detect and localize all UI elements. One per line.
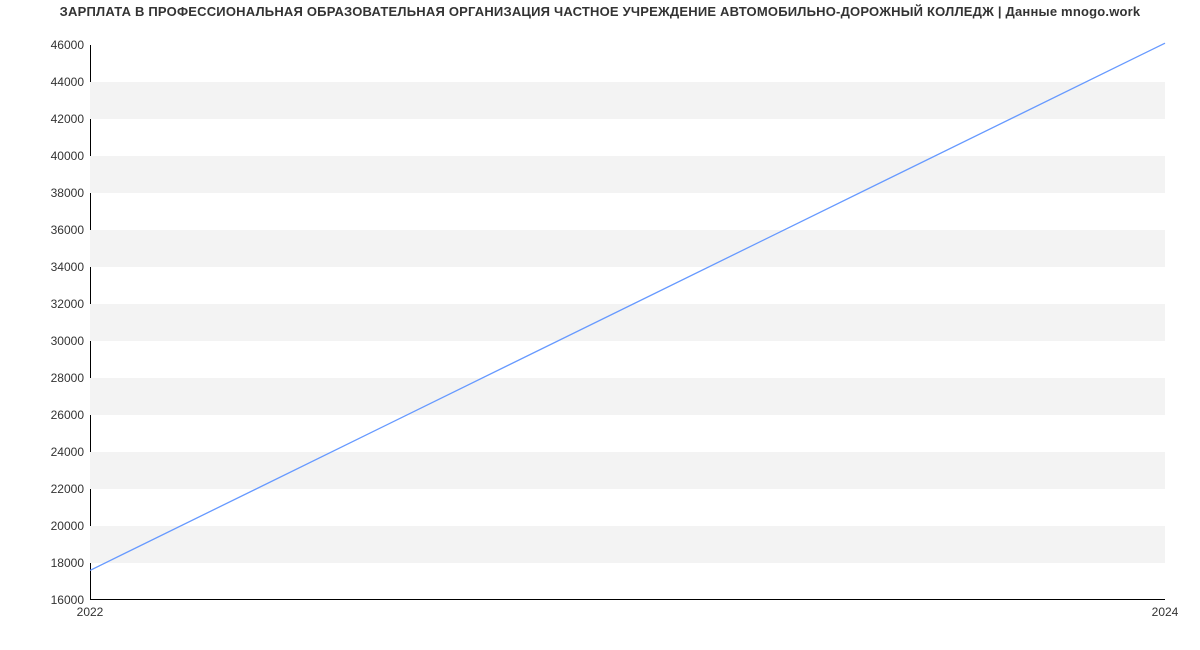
y-tick-label: 40000 xyxy=(0,149,84,163)
y-tick-label: 18000 xyxy=(0,556,84,570)
y-tick-label: 20000 xyxy=(0,519,84,533)
series-line xyxy=(90,43,1165,570)
chart-title: ЗАРПЛАТА В ПРОФЕССИОНАЛЬНАЯ ОБРАЗОВАТЕЛЬ… xyxy=(0,4,1200,19)
y-tick-label: 26000 xyxy=(0,408,84,422)
y-tick-label: 46000 xyxy=(0,38,84,52)
y-tick-label: 30000 xyxy=(0,334,84,348)
line-layer xyxy=(90,45,1165,600)
y-tick-label: 36000 xyxy=(0,223,84,237)
y-tick-label: 34000 xyxy=(0,260,84,274)
y-tick-label: 22000 xyxy=(0,482,84,496)
y-tick-label: 16000 xyxy=(0,593,84,607)
y-tick-label: 32000 xyxy=(0,297,84,311)
x-tick-label: 2024 xyxy=(1152,605,1179,619)
y-tick-label: 42000 xyxy=(0,112,84,126)
y-tick-label: 44000 xyxy=(0,75,84,89)
y-tick-label: 38000 xyxy=(0,186,84,200)
y-tick-label: 28000 xyxy=(0,371,84,385)
y-tick-label: 24000 xyxy=(0,445,84,459)
x-tick-label: 2022 xyxy=(77,605,104,619)
plot-area xyxy=(90,45,1165,600)
salary-line-chart: ЗАРПЛАТА В ПРОФЕССИОНАЛЬНАЯ ОБРАЗОВАТЕЛЬ… xyxy=(0,0,1200,630)
